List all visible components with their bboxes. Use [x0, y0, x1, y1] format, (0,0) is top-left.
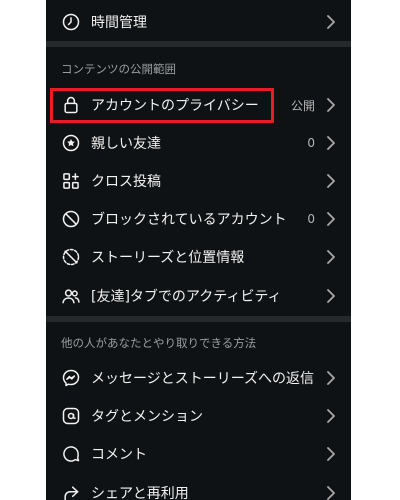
chevron-right-icon [327, 98, 335, 112]
comments-label: コメント [91, 447, 147, 463]
star-circle-icon [60, 132, 82, 154]
chevron-right-icon [327, 174, 335, 188]
chevron-right-icon [327, 289, 335, 303]
time-management-item[interactable]: 時間管理 [46, 3, 351, 41]
stories-location-item[interactable]: ストーリーズと位置情報 [46, 238, 351, 276]
share-icon [60, 482, 82, 500]
chevron-right-icon [327, 447, 335, 461]
at-icon [60, 405, 82, 427]
comments-item[interactable]: コメント [46, 435, 351, 473]
friends-tab-activity-label: [友達]タブでのアクティビティ [91, 289, 282, 305]
section-divider [46, 41, 351, 47]
chevron-right-icon [327, 409, 335, 423]
time-management-label: 時間管理 [91, 15, 147, 31]
friends-tab-activity-item[interactable]: [友達]タブでのアクティビティ [46, 277, 351, 315]
close-friends-item[interactable]: 親しい友達 0 [46, 124, 351, 162]
section-divider [46, 316, 351, 322]
chevron-right-icon [327, 212, 335, 226]
blocked-accounts-count: 0 [307, 212, 315, 226]
messenger-icon [60, 367, 82, 389]
blocked-accounts-label: ブロックされているアカウント [91, 212, 287, 228]
chevron-right-icon [327, 371, 335, 385]
tags-mentions-item[interactable]: タグとメンション [46, 397, 351, 435]
people-icon [60, 285, 82, 307]
blocked-accounts-item[interactable]: ブロックされているアカウント 0 [46, 200, 351, 238]
highlight-box [50, 88, 274, 123]
section-title-interaction: 他の人があなたとやり取りできる方法 [61, 336, 257, 350]
chevron-right-icon [327, 15, 335, 29]
section-title-visibility: コンテンツの公開範囲 [61, 62, 176, 76]
close-friends-label: 親しい友達 [91, 136, 161, 152]
chevron-right-icon [327, 136, 335, 150]
clock-icon [60, 11, 82, 33]
chevron-right-icon [327, 250, 335, 264]
stories-location-label: ストーリーズと位置情報 [91, 250, 245, 266]
comment-icon [60, 443, 82, 465]
share-reuse-item[interactable]: シェアと再利用 [46, 474, 351, 500]
cross-posting-label: クロス投稿 [91, 174, 161, 190]
share-reuse-label: シェアと再利用 [91, 486, 189, 500]
messages-replies-label: メッセージとストーリーズへの返信 [91, 371, 315, 387]
story-off-icon [60, 246, 82, 268]
messages-replies-item[interactable]: メッセージとストーリーズへの返信 [46, 359, 351, 397]
grid-plus-icon [60, 170, 82, 192]
tags-mentions-label: タグとメンション [91, 409, 203, 425]
chevron-right-icon [327, 486, 335, 500]
block-icon [60, 208, 82, 230]
cross-posting-item[interactable]: クロス投稿 [46, 162, 351, 200]
account-privacy-value: 公開 [290, 98, 315, 113]
close-friends-count: 0 [307, 136, 315, 150]
settings-screen: 時間管理 コンテンツの公開範囲 アカウントのプライバシー 公開 親しい友達 0 … [46, 0, 351, 500]
